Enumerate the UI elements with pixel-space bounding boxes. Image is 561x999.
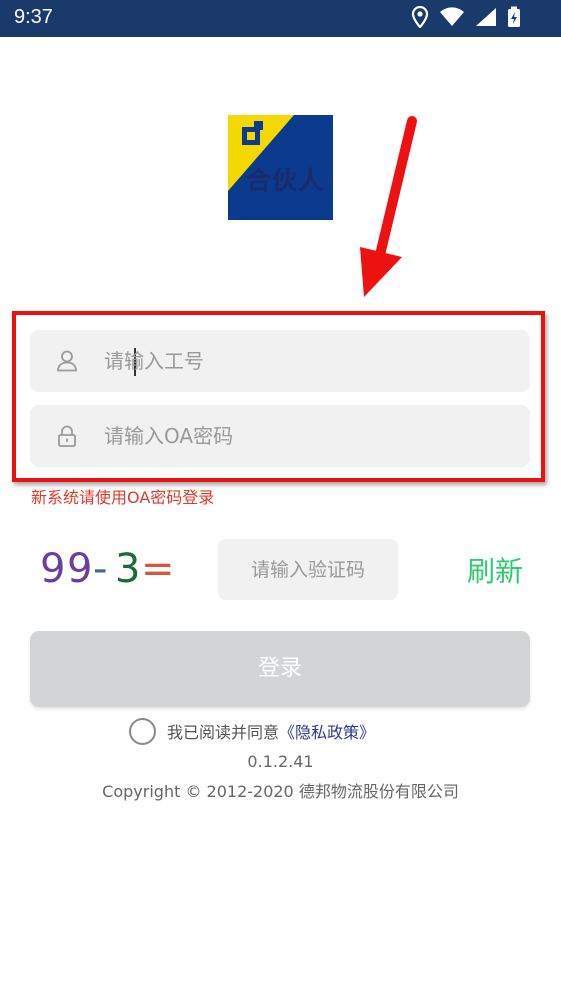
agreement-checkbox[interactable] xyxy=(129,717,156,745)
captcha-char-1: 9 xyxy=(40,546,65,592)
app-logo: 合伙人 xyxy=(228,115,333,220)
captcha-char-3: - xyxy=(93,546,107,592)
app-version: 0.1.2.41 xyxy=(247,752,314,771)
signal-icon xyxy=(476,8,496,26)
username-input[interactable] xyxy=(104,342,504,380)
status-bar: 9:37 xyxy=(0,0,561,37)
status-time: 9:37 xyxy=(14,6,53,28)
password-field[interactable] xyxy=(30,405,530,467)
user-icon xyxy=(57,350,77,372)
captcha-char-5: = xyxy=(141,546,175,592)
status-icons xyxy=(411,6,521,28)
captcha-input[interactable] xyxy=(218,539,398,600)
wifi-icon xyxy=(440,7,464,27)
oa-password-notice: 新系统请使用OA密码登录 xyxy=(31,488,215,507)
refresh-captcha-button[interactable]: 刷新 xyxy=(467,550,523,590)
location-icon xyxy=(411,6,429,28)
logo-text: 合伙人 xyxy=(246,166,325,195)
agreement-text: 我已阅读并同意 xyxy=(167,723,280,742)
captcha-char-4: 3 xyxy=(115,546,140,592)
password-input[interactable] xyxy=(104,417,504,455)
copyright-text: Copyright © 2012-2020 德邦物流股份有限公司 xyxy=(102,782,459,801)
username-field[interactable] xyxy=(30,330,530,392)
privacy-agreement[interactable]: 我已阅读并同意 《隐私政策》 xyxy=(129,717,375,745)
captcha-char-2: 9 xyxy=(67,546,92,592)
annotation-arrow xyxy=(360,116,417,297)
captcha-field[interactable] xyxy=(218,539,398,600)
lock-icon xyxy=(58,425,76,447)
privacy-policy-link[interactable]: 《隐私政策》 xyxy=(279,719,375,743)
battery-charging-icon xyxy=(508,6,520,27)
login-button[interactable]: 登录 xyxy=(30,631,530,707)
captcha-image[interactable]: 9 9 - 3 = xyxy=(38,538,188,593)
